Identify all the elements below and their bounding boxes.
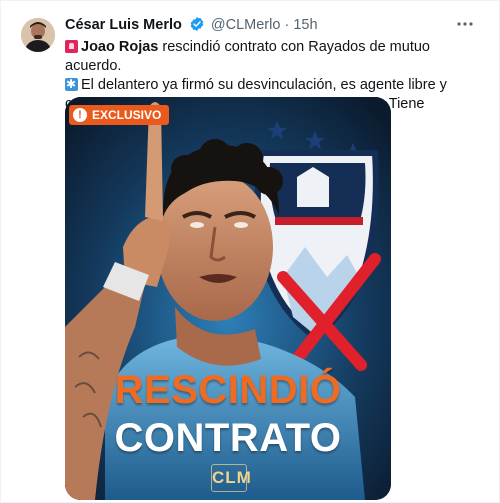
author-handle[interactable]: @CLMerlo — [211, 17, 281, 33]
player-name: Joao Rojas — [81, 39, 159, 55]
alert-icon: ! — [73, 108, 87, 122]
author-name[interactable]: César Luis Merlo — [65, 17, 182, 33]
tweet-timestamp[interactable]: 15h — [293, 17, 317, 33]
snowflake-icon — [65, 75, 78, 94]
police-car-light-icon — [65, 40, 78, 53]
more-options-icon[interactable] — [455, 14, 475, 34]
meta-separator: · — [284, 17, 290, 33]
headline-line-2: CONTRATO — [114, 416, 342, 460]
tweet-line-1: Joao Rojas rescindió contrato con Rayado… — [65, 38, 485, 76]
tweet-media-image[interactable]: ! EXCLUSIVO RESCINDIÓ CONTRATO CLM — [65, 97, 391, 500]
tweet-header: César Luis Merlo @CLMerlo · 15h — [65, 15, 318, 38]
avatar-photo — [21, 18, 55, 52]
author-avatar[interactable] — [21, 18, 55, 52]
exclusive-badge-label: EXCLUSIVO — [92, 108, 162, 122]
verified-badge-icon — [189, 16, 205, 38]
headline-line-1: RESCINDIÓ — [114, 368, 342, 412]
tweet-card[interactable]: César Luis Merlo @CLMerlo · 15h Joao Roj… — [0, 0, 500, 503]
exclusive-badge: ! EXCLUSIVO — [69, 105, 170, 125]
brand-logo: CLM — [211, 464, 251, 492]
